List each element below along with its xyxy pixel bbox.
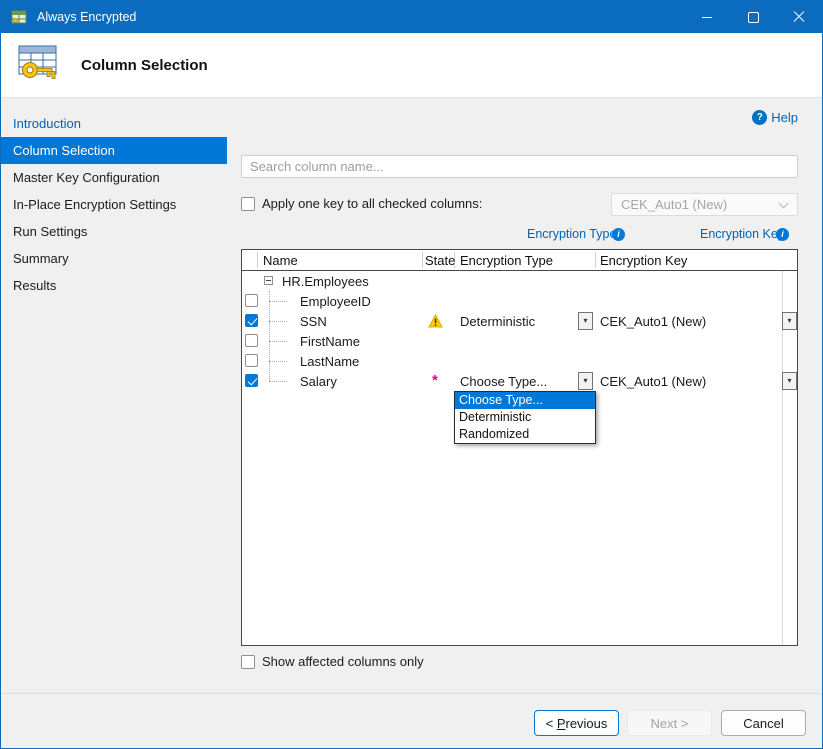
column-name: EmployeeID [300, 294, 371, 309]
previous-button[interactable]: < Previous [534, 710, 619, 736]
sidebar-item-in-place-encryption-settings[interactable]: In-Place Encryption Settings [1, 191, 227, 218]
encryption-type-help-link[interactable]: Encryption Type [527, 227, 616, 241]
close-button[interactable] [776, 1, 822, 33]
salary-encryption-type-dropdown-button[interactable]: ▾ [578, 372, 593, 390]
column-header-encryption-type[interactable]: Encryption Type [460, 253, 553, 268]
help-icon: ? [752, 110, 767, 125]
column-header-name[interactable]: Name [263, 253, 298, 268]
sidebar-item-master-key-configuration[interactable]: Master Key Configuration [1, 164, 227, 191]
column-row-employeeid: EmployeeID [242, 291, 797, 311]
page-title: Column Selection [81, 57, 208, 74]
employeeid-checkbox[interactable] [245, 294, 258, 307]
cancel-button[interactable]: Cancel [721, 710, 806, 736]
salary-encryption-type-combo[interactable]: Choose Type... [460, 374, 547, 389]
column-name: SSN [300, 314, 327, 329]
encryption-key-help-link[interactable]: Encryption Key [700, 227, 784, 241]
window-controls [684, 1, 822, 33]
column-header-encryption-key[interactable]: Encryption Key [600, 253, 687, 268]
salary-encryption-key-combo[interactable]: CEK_Auto1 (New) [600, 374, 706, 389]
wizard-steps-sidebar: Introduction Column Selection Master Key… [1, 98, 227, 693]
column-name: LastName [300, 354, 359, 369]
minimize-icon [702, 17, 712, 18]
apply-key-dropdown-value: CEK_Auto1 (New) [621, 197, 727, 212]
dropdown-arrow-icon: ▾ [583, 317, 587, 325]
salary-encryption-key-dropdown-button[interactable]: ▾ [782, 372, 797, 390]
ssn-encryption-key-dropdown-button[interactable]: ▾ [782, 312, 797, 330]
sidebar-item-results[interactable]: Results [1, 272, 227, 299]
encryption-type-info-icon[interactable]: i [612, 228, 625, 241]
dropdown-option-deterministic[interactable]: Deterministic [455, 409, 595, 426]
table-group-row: HR.Employees [242, 271, 797, 291]
maximize-button[interactable] [730, 1, 776, 33]
tree-collapse-toggle[interactable] [264, 276, 273, 285]
apply-key-dropdown[interactable]: CEK_Auto1 (New) [611, 193, 798, 216]
sidebar-item-column-selection[interactable]: Column Selection [1, 137, 227, 164]
header-separator [422, 252, 423, 268]
show-affected-columns-label: Show affected columns only [262, 654, 424, 669]
dropdown-arrow-icon: ▾ [787, 317, 791, 325]
ssn-encryption-type-dropdown-button[interactable]: ▾ [578, 312, 593, 330]
column-row-lastname: LastName [242, 351, 797, 371]
column-selection-panel: ? Help Apply one key to all checked colu… [227, 98, 822, 693]
sidebar-item-summary[interactable]: Summary [1, 245, 227, 272]
ssn-encryption-key-combo[interactable]: CEK_Auto1 (New) [600, 314, 706, 329]
warning-icon [428, 314, 443, 328]
salary-checkbox[interactable] [245, 374, 258, 387]
help-link[interactable]: ? Help [752, 110, 798, 125]
minimize-button[interactable] [684, 1, 730, 33]
help-label: Help [771, 110, 798, 125]
ssn-encryption-type-combo[interactable]: Deterministic [460, 314, 535, 329]
column-name: Salary [300, 374, 337, 389]
column-row-ssn: SSN Deterministic ▾ CEK_Auto1 (New) ▾ [242, 311, 797, 331]
firstname-checkbox[interactable] [245, 334, 258, 347]
column-name: FirstName [300, 334, 360, 349]
dropdown-option-randomized[interactable]: Randomized [455, 426, 595, 443]
app-icon [11, 9, 28, 25]
encryption-key-info-icon[interactable]: i [776, 228, 789, 241]
show-affected-columns-checkbox[interactable] [241, 655, 255, 669]
apply-one-key-checkbox[interactable] [241, 197, 255, 211]
header-separator [257, 252, 258, 268]
column-header-state[interactable]: State [425, 253, 455, 268]
titlebar: Always Encrypted [1, 1, 822, 33]
check-icon [247, 375, 257, 385]
required-marker-icon: * [432, 372, 438, 389]
close-icon [793, 11, 805, 23]
window-title: Always Encrypted [37, 10, 136, 24]
maximize-icon [748, 12, 759, 23]
table-name-label: HR.Employees [282, 274, 369, 289]
lastname-checkbox[interactable] [245, 354, 258, 367]
wizard-footer: < Previous Next > Cancel [1, 693, 822, 748]
search-column-input[interactable] [241, 155, 798, 178]
wizard-header: Column Selection [1, 33, 822, 98]
grid-header: Name State Encryption Type Encryption Ke… [242, 250, 797, 271]
check-icon [247, 315, 257, 325]
always-encrypted-wizard-window: Always Encrypted Column Selectio [0, 0, 823, 749]
chevron-down-icon [779, 199, 789, 209]
column-row-salary: Salary * Choose Type... ▾ CEK_Auto1 (New… [242, 371, 797, 391]
header-separator [595, 252, 596, 268]
dropdown-arrow-icon: ▾ [787, 377, 791, 385]
sidebar-item-introduction[interactable]: Introduction [1, 110, 227, 137]
minus-icon [266, 280, 271, 281]
table-key-icon [15, 42, 61, 89]
encryption-type-dropdown-list: Choose Type... Deterministic Randomized [454, 391, 596, 444]
dropdown-option-choose-type[interactable]: Choose Type... [455, 392, 595, 409]
columns-grid: Name State Encryption Type Encryption Ke… [241, 249, 798, 646]
next-button[interactable]: Next > [627, 710, 712, 736]
sidebar-item-run-settings[interactable]: Run Settings [1, 218, 227, 245]
ssn-checkbox[interactable] [245, 314, 258, 327]
apply-one-key-label: Apply one key to all checked columns: [262, 196, 482, 211]
column-row-firstname: FirstName [242, 331, 797, 351]
dropdown-arrow-icon: ▾ [583, 377, 587, 385]
